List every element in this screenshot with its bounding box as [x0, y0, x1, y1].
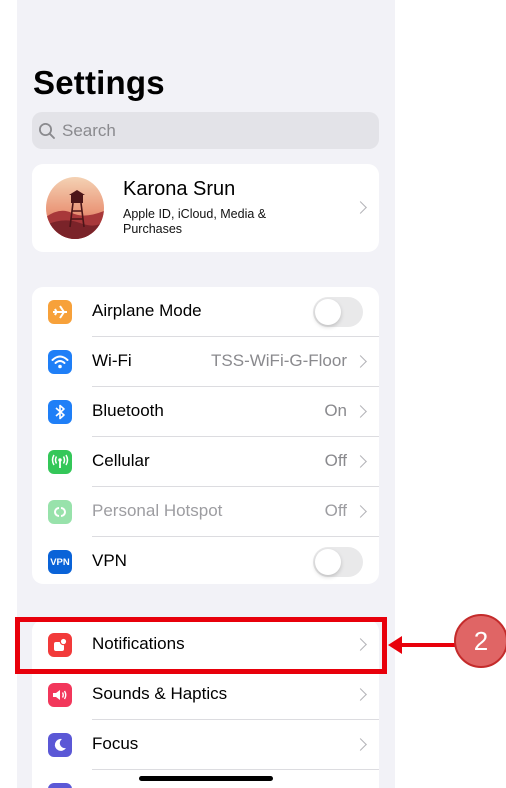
vpn-toggle[interactable] — [313, 547, 363, 577]
home-indicator — [139, 776, 273, 781]
vpn-icon: VPN — [48, 550, 72, 574]
avatar — [46, 177, 104, 239]
sounds-haptics-row[interactable]: Sounds & Haptics — [32, 670, 379, 720]
profile-name: Karona Srun — [123, 178, 236, 200]
callout-arrow-line — [400, 643, 458, 647]
profile-subtitle: Apple ID, iCloud, Media & Purchases — [123, 207, 267, 236]
wifi-row[interactable]: Wi-Fi TSS-WiFi-G-Floor — [32, 337, 379, 387]
network-settings-group: Airplane Mode Wi-Fi TSS-WiFi-G-Floor Blu… — [32, 287, 379, 584]
focus-row[interactable]: Focus — [32, 720, 379, 770]
cellular-icon — [48, 450, 72, 474]
wifi-icon — [48, 350, 72, 374]
apple-id-profile-cell[interactable]: Karona Srun Apple ID, iCloud, Media & Pu… — [32, 164, 379, 252]
chevron-right-icon — [354, 455, 367, 468]
vpn-row: VPN VPN — [32, 537, 379, 584]
bluetooth-row[interactable]: Bluetooth On — [32, 387, 379, 437]
bluetooth-icon — [48, 400, 72, 424]
page-title: Settings — [33, 64, 165, 101]
cellular-status: Off — [324, 451, 347, 470]
cellular-label: Cellular — [92, 451, 150, 470]
chevron-right-icon — [354, 738, 367, 751]
notifications-highlight-box — [15, 617, 387, 674]
airplane-mode-row: Airplane Mode — [32, 287, 379, 337]
hotspot-icon — [48, 500, 72, 524]
personal-hotspot-label: Personal Hotspot — [92, 501, 223, 520]
personal-hotspot-status: Off — [324, 501, 347, 520]
chevron-right-icon — [354, 355, 367, 368]
sounds-haptics-label: Sounds & Haptics — [92, 684, 228, 703]
chevron-right-icon — [354, 201, 367, 214]
bluetooth-label: Bluetooth — [92, 401, 164, 420]
airplane-icon — [48, 300, 72, 324]
chevron-right-icon — [354, 688, 367, 701]
chevron-right-icon — [354, 505, 367, 518]
search-icon — [39, 122, 55, 139]
airplane-mode-label: Airplane Mode — [92, 301, 202, 320]
personal-hotspot-row[interactable]: Personal Hotspot Off — [32, 487, 379, 537]
step-number-badge: 2 — [454, 614, 506, 668]
cellular-row[interactable]: Cellular Off — [32, 437, 379, 487]
bluetooth-status: On — [324, 401, 347, 420]
search-placeholder: Search — [62, 120, 116, 140]
wifi-network-name: TSS-WiFi-G-Floor — [211, 351, 347, 370]
airplane-mode-toggle[interactable] — [313, 297, 363, 327]
search-field[interactable]: Search — [32, 112, 379, 149]
focus-label: Focus — [92, 734, 139, 753]
moon-icon — [48, 733, 72, 757]
chevron-right-icon — [354, 405, 367, 418]
speaker-icon — [48, 683, 72, 707]
hourglass-icon — [48, 783, 72, 788]
wifi-label: Wi-Fi — [92, 351, 132, 370]
vpn-label: VPN — [92, 551, 127, 570]
